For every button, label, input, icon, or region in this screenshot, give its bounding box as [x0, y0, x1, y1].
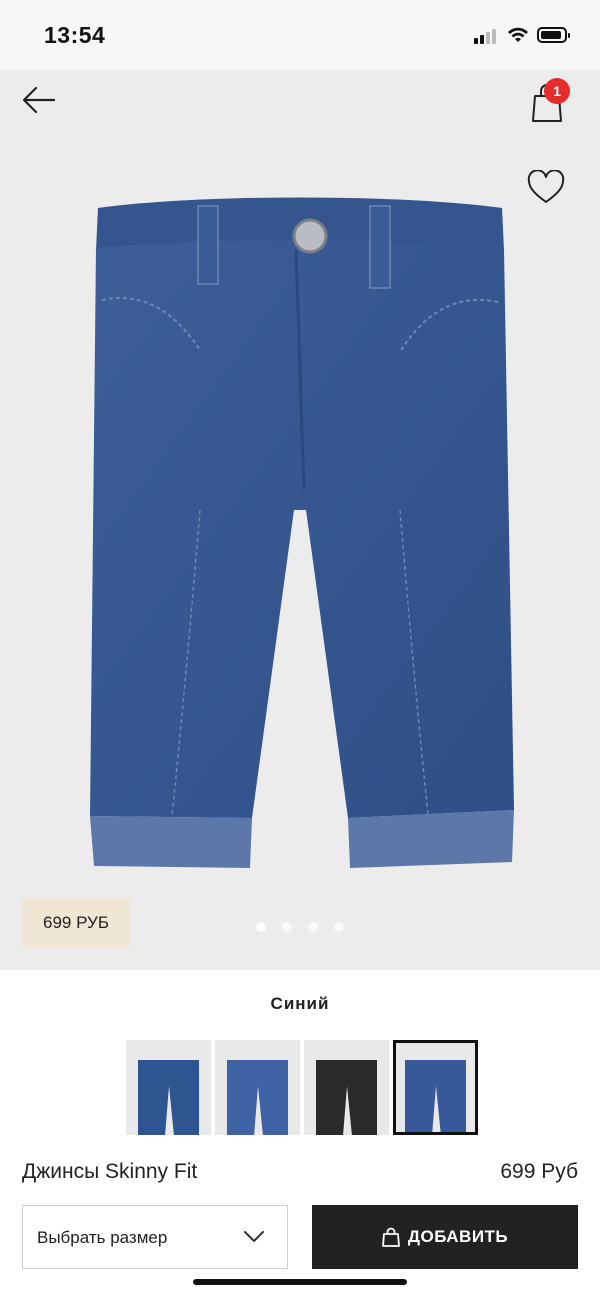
- status-bar: 13:54: [0, 0, 600, 70]
- wifi-icon: [508, 27, 528, 42]
- color-swatch[interactable]: [126, 1040, 211, 1135]
- battery-icon: [537, 27, 570, 43]
- carousel-dot[interactable]: [282, 922, 292, 932]
- size-select[interactable]: Выбрать размер: [22, 1205, 288, 1269]
- home-indicator: [193, 1279, 407, 1285]
- price-tag: 699 РУБ: [22, 898, 130, 948]
- carousel-pagination: [256, 922, 344, 932]
- color-swatch[interactable]: [304, 1040, 389, 1135]
- product-price: 699 Руб: [500, 1160, 578, 1183]
- heart-outline-icon[interactable]: [527, 170, 565, 206]
- cellular-signal-icon: [474, 28, 500, 44]
- size-select-label: Выбрать размер: [37, 1228, 168, 1247]
- carousel-dot[interactable]: [334, 922, 344, 932]
- color-swatch[interactable]: [215, 1040, 300, 1135]
- carousel-dot[interactable]: [256, 922, 266, 932]
- status-time: 13:54: [44, 22, 106, 48]
- chevron-down-icon: [244, 1231, 264, 1242]
- add-to-cart-button[interactable]: ДОБАВИТЬ: [312, 1205, 578, 1269]
- selected-color-label: Синий: [270, 994, 330, 1013]
- cart-count-badge: 1: [544, 78, 570, 104]
- add-to-cart-label: ДОБАВИТЬ: [407, 1227, 509, 1246]
- color-swatch-selected[interactable]: [393, 1040, 478, 1135]
- product-jeans-image: [90, 197, 514, 868]
- carousel-dot[interactable]: [308, 922, 318, 932]
- arrow-left-icon[interactable]: [20, 82, 58, 118]
- product-image-gallery[interactable]: 1 699 РУБ: [0, 70, 600, 970]
- shopping-bag-icon: [381, 1227, 400, 1247]
- color-swatch-list: [126, 1040, 478, 1135]
- product-name: Джинсы Skinny Fit: [22, 1160, 198, 1183]
